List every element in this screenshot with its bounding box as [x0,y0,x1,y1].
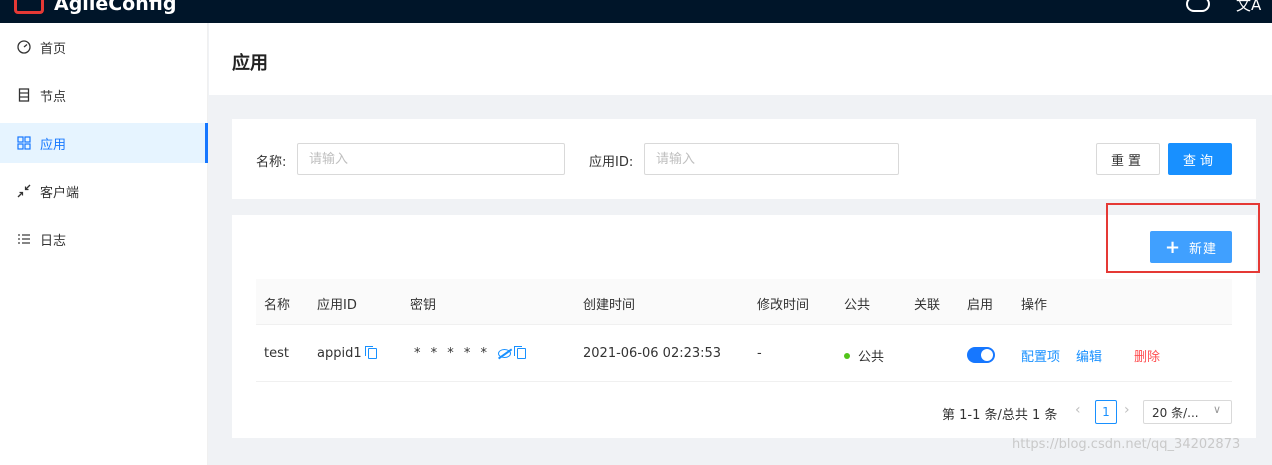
sidebar-item-apps[interactable]: 应用 [0,123,208,163]
appid-label: 应用ID: [589,155,634,170]
search-form: 名称: 应用ID: 重置 查询 [232,119,1256,199]
column-header: 创建时间 [583,298,636,313]
page-header: 应用 [209,23,1272,95]
sidebar-item-home[interactable]: 首页 [0,27,208,67]
column-header: 应用ID [317,298,357,313]
appid-search-input[interactable] [644,143,899,175]
column-header: 名称 [264,298,291,313]
name-label: 名称: [256,155,287,170]
sidebar-item-label: 应用 [40,137,67,153]
app-name-cell: test [264,346,289,361]
user-avatar-icon[interactable] [1186,0,1210,12]
dashboard-icon [17,40,31,54]
query-button[interactable]: 查询 [1168,143,1232,175]
app-id-cell: appid1 [317,346,377,361]
top-bar: AgileConfig 文A [0,0,1272,23]
sidebar-item-nodes[interactable]: 节点 [0,75,208,115]
sidebar-item-label: 客户端 [40,185,80,201]
sidebar-item-label: 首页 [40,41,67,57]
server-icon [17,88,31,102]
watermark: https://blog.csdn.net/qq_34202873 [1012,437,1241,452]
column-header: 密钥 [410,298,437,313]
actions-cell: 配置项 编辑 删除 [1021,346,1160,365]
public-cell: 公共 [844,346,884,365]
sidebar-item-clients[interactable]: 客户端 [0,171,208,211]
sidebar-item-label: 节点 [40,89,67,105]
delete-link[interactable]: 删除 [1134,346,1160,365]
column-header: 启用 [967,298,994,313]
created-time-cell: 2021-06-06 02:23:53 [583,346,722,361]
prev-page-icon[interactable]: ‹ [1075,402,1081,418]
pagination: 第 1-1 条/总共 1 条 ‹ 1 › 20 条/... ∨ [232,400,1256,424]
highlight-annotation-box [1106,203,1260,273]
appstore-icon [17,136,31,150]
copy-icon[interactable] [514,346,527,359]
edit-link[interactable]: 编辑 [1076,346,1102,365]
sidebar: 首页 节点 应用 客户端 日志 [0,23,208,465]
sidebar-item-label: 日志 [40,233,67,249]
language-icon[interactable]: 文A [1236,0,1261,15]
table-row: test appid1 * * * * * 2021-06-06 02:23:5… [256,326,1232,382]
eye-invisible-icon[interactable] [498,349,512,358]
enabled-cell [967,347,995,363]
app-name: AgileConfig [54,0,177,15]
sidebar-item-logs[interactable]: 日志 [0,219,208,259]
shrink-icon [17,184,31,198]
app-logo-icon [14,0,44,14]
app-id-value: appid1 [317,346,362,361]
chevron-down-icon: ∨ [1212,403,1221,416]
column-header: 公共 [844,298,871,313]
page-size-select[interactable]: 20 条/... ∨ [1143,400,1232,424]
copy-icon[interactable] [364,346,377,359]
secret-cell: * * * * * [414,346,527,361]
page-number-button[interactable]: 1 [1095,400,1117,424]
name-search-input[interactable] [297,143,565,175]
page-title: 应用 [232,53,268,74]
column-header: 关联 [914,298,941,313]
secret-value: * * * * * [414,346,491,361]
column-header: 修改时间 [757,298,810,313]
enabled-toggle[interactable] [967,347,995,363]
config-items-link[interactable]: 配置项 [1021,346,1060,365]
modified-time-cell: - [757,346,762,361]
status-dot-icon [844,352,850,359]
reset-button[interactable]: 重置 [1096,143,1160,175]
column-header: 操作 [1021,298,1048,313]
public-value: 公共 [858,350,885,365]
page-size-value: 20 条/... [1152,405,1199,420]
next-page-icon[interactable]: › [1124,402,1130,418]
list-icon [17,232,31,246]
pagination-total: 第 1-1 条/总共 1 条 [942,408,1058,423]
app-table-card: + 新建 名称 应用ID 密钥 创建时间 修改时间 公共 关联 启用 操作 te… [232,215,1256,438]
table-header: 名称 应用ID 密钥 创建时间 修改时间 公共 关联 启用 操作 [256,279,1232,325]
